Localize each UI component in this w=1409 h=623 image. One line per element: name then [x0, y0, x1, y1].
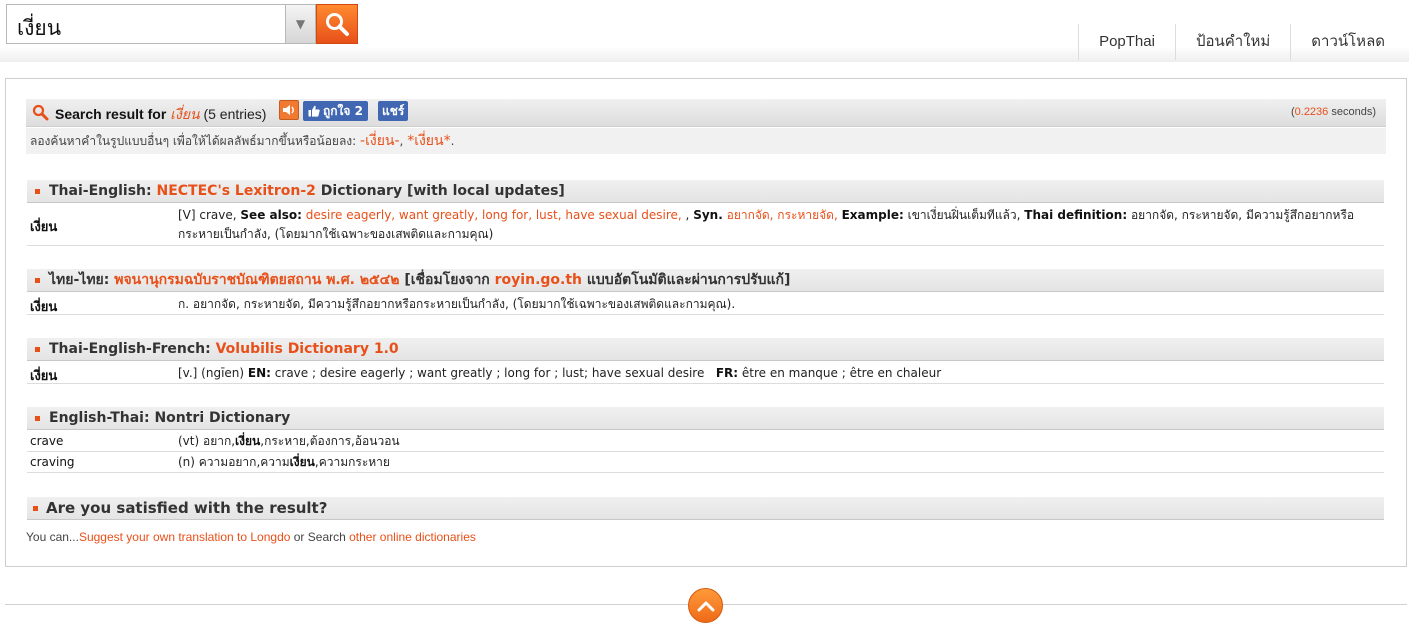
satisfaction-header: Are you satisfied with the result?: [27, 497, 1384, 520]
result-count: (5 entries): [203, 106, 267, 122]
section-royin-header: ไทย-ไทย: พจนานุกรมฉบับราชบัณฑิตยสถาน พ.ศ…: [27, 269, 1384, 292]
result-query: เงี่ยน: [170, 106, 200, 122]
speaker-icon: [283, 105, 294, 115]
section-lexitron-header: Thai-English: NECTEC's Lexitron-2 Dictio…: [27, 180, 1384, 203]
royin-dictionary-link[interactable]: พจนานุกรมฉบับราชบัณฑิตยสถาน พ.ศ. ๒๕๔๒: [114, 272, 399, 288]
search-suggestion: ลองค้นหาคำในรูปแบบอื่นๆ เพื่อให้ได้ผลลัพ…: [26, 128, 1386, 154]
entry-row: craving (n) ความอยาก,ความเงี่ยน,ความกระห…: [27, 452, 1384, 473]
entry-definition: [v.] (ngīen) EN: crave ; desire eagerly …: [178, 366, 942, 380]
bullet-icon: [33, 506, 38, 511]
volubilis-link[interactable]: Volubilis Dictionary 1.0: [216, 341, 399, 357]
nav-popthai[interactable]: PopThai: [1078, 24, 1175, 60]
dropdown-toggle-button[interactable]: ▼: [286, 4, 316, 44]
top-bar: เงี่ยน ▼ PopThai ป้อนคำใหม่ ดาวน์โหลด: [0, 0, 1409, 62]
results-panel: Search result for เงี่ยน (5 entries) ถูก…: [5, 78, 1407, 567]
entry-row: เงี่ยน [V] crave, See also: desire eager…: [27, 204, 1384, 246]
entry-word: เงี่ยน: [30, 220, 58, 235]
royin-site-link[interactable]: royin.go.th: [495, 272, 582, 288]
search-icon: [32, 104, 49, 121]
triangle-down-icon: ▼: [295, 17, 306, 31]
synonym-links[interactable]: อยากจัด, กระหายจัด,: [727, 208, 838, 222]
entry-word: craving: [30, 455, 75, 469]
search-icon: [326, 13, 349, 36]
facebook-share-button[interactable]: แชร์: [378, 101, 409, 121]
suggest-link-1[interactable]: -เงี่ยน-: [360, 133, 400, 149]
chevron-up-icon: [697, 601, 714, 611]
entry-row: crave (vt) อยาก,เงี่ยน,กระหาย,ต้องการ,อ้…: [27, 431, 1384, 452]
satisfaction-options: You can...Suggest your own translation t…: [26, 530, 476, 544]
result-prefix: Search result for: [55, 106, 167, 122]
timing-value: 0.2236: [1294, 106, 1329, 118]
section-nontri-header: English-Thai: Nontri Dictionary: [27, 407, 1384, 430]
search-input[interactable]: เงี่ยน: [6, 4, 286, 44]
result-header: Search result for เงี่ยน (5 entries) ถูก…: [26, 99, 1386, 127]
entry-word: เงี่ยน: [30, 300, 58, 315]
entry-definition: (n) ความอยาก,ความเงี่ยน,ความกระหาย: [178, 455, 390, 469]
nav-download[interactable]: ดาวน์โหลด: [1290, 24, 1405, 60]
speaker-button[interactable]: [279, 100, 299, 120]
facebook-like-button[interactable]: ถูกใจ 2: [303, 101, 368, 121]
search-button[interactable]: [316, 4, 358, 44]
entry-definition: ก. อยากจัด, กระหายจัด, มีความรู้สึกอยากห…: [178, 297, 736, 311]
nav-add-word[interactable]: ป้อนคำใหม่: [1174, 24, 1290, 60]
bullet-icon: [35, 415, 40, 421]
entry-word: เงี่ยน: [30, 369, 58, 384]
entry-word: crave: [30, 434, 64, 448]
see-also-links[interactable]: desire eagerly, want greatly, long for, …: [306, 208, 682, 222]
like-label: ถูกใจ 2: [323, 103, 363, 118]
other-dictionaries-link[interactable]: other online dictionaries: [349, 530, 476, 544]
entry-definition: (vt) อยาก,เงี่ยน,กระหาย,ต้องการ,อ้อนวอน: [178, 434, 400, 448]
suggest-translation-link[interactable]: Suggest your own translation to Longdo: [79, 530, 290, 544]
scroll-to-top-button[interactable]: [688, 588, 723, 623]
entry-row: เงี่ยน [v.] (ngīen) EN: crave ; desire e…: [27, 362, 1384, 384]
bullet-icon: [35, 188, 40, 194]
section-volubilis-header: Thai-English-French: Volubilis Dictionar…: [27, 338, 1384, 361]
entry-definition: [V] crave, See also: desire eagerly, wan…: [178, 208, 1355, 241]
thumbs-up-icon: [308, 105, 320, 117]
result-summary: Search result for เงี่ยน (5 entries): [55, 104, 266, 126]
lexitron-link[interactable]: NECTEC's Lexitron-2: [157, 183, 316, 199]
bullet-icon: [35, 346, 40, 352]
suggest-link-2[interactable]: *เงี่ยน*: [407, 133, 450, 149]
entry-row: เงี่ยน ก. อยากจัด, กระหายจัด, มีความรู้ส…: [27, 293, 1384, 315]
timing: (0.2236 seconds): [1290, 106, 1376, 118]
top-nav: PopThai ป้อนคำใหม่ ดาวน์โหลด: [1078, 24, 1405, 60]
bullet-icon: [35, 277, 40, 283]
